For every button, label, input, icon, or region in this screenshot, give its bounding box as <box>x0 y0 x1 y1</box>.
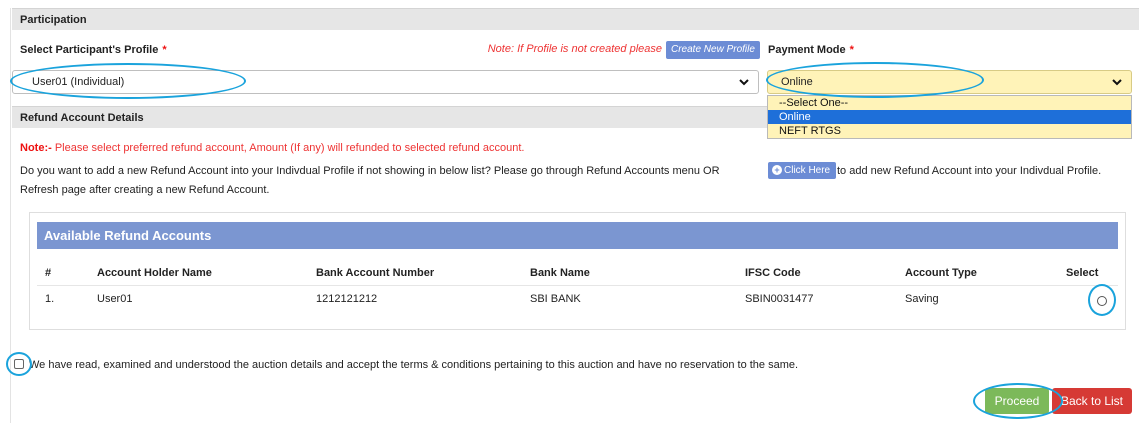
profile-note: Note: If Profile is not created please <box>487 43 662 55</box>
payment-mode-select[interactable]: Online <box>767 70 1132 94</box>
column-header: Account Type <box>905 267 977 279</box>
payment-mode-dropdown: --Select One-- Online NEFT RTGS <box>767 95 1132 139</box>
row-divider <box>37 285 1118 286</box>
click-here-label: Click Here <box>784 165 831 176</box>
bank-account-number: 1212121212 <box>316 293 378 305</box>
left-border <box>10 8 11 423</box>
refund-info-part2: to add new Refund Account into your Indi… <box>837 165 1102 177</box>
refund-section-title: Refund Account Details <box>12 106 767 128</box>
plus-circle-icon: + <box>772 165 782 175</box>
refund-note: Note:- Please select preferred refund ac… <box>20 142 524 154</box>
payment-option[interactable]: NEFT RTGS <box>768 124 1131 138</box>
create-new-profile-button[interactable]: Create New Profile <box>666 41 760 59</box>
chevron-down-icon <box>1112 79 1122 86</box>
profile-label: Select Participant's Profile * <box>20 44 167 56</box>
ifsc-code: SBIN0031477 <box>745 293 814 305</box>
refund-note-text: Please select preferred refund account, … <box>51 142 525 154</box>
bank-name: SBI BANK <box>530 293 581 305</box>
participation-section-title: Participation <box>12 8 1139 30</box>
payment-mode-label-text: Payment Mode <box>768 44 846 56</box>
profile-select-value: User01 (Individual) <box>32 76 125 88</box>
proceed-button[interactable]: Proceed <box>985 388 1049 414</box>
column-header: Bank Account Number <box>316 267 435 279</box>
account-holder-name: User01 <box>97 293 133 305</box>
row-index: 1. <box>45 293 55 305</box>
column-header: IFSC Code <box>745 267 801 279</box>
refund-info-part1: Do you want to add a new Refund Account … <box>20 165 720 177</box>
refund-accounts-panel: Available Refund Accounts # Account Hold… <box>29 212 1126 330</box>
account-type: Saving <box>905 293 939 305</box>
payment-mode-select-value: Online <box>781 76 813 88</box>
column-header: Account Holder Name <box>97 267 212 279</box>
chevron-down-icon <box>739 79 749 86</box>
profile-label-text: Select Participant's Profile <box>20 44 159 56</box>
payment-mode-label: Payment Mode * <box>768 44 854 56</box>
payment-option[interactable]: --Select One-- <box>768 96 1131 110</box>
column-header: Select <box>1066 267 1099 279</box>
column-header: # <box>45 267 52 279</box>
back-to-list-button[interactable]: Back to List <box>1052 388 1132 414</box>
refund-accounts-title: Available Refund Accounts <box>37 222 1118 249</box>
column-header: Bank Name <box>530 267 590 279</box>
terms-checkbox[interactable] <box>14 359 24 369</box>
refund-note-prefix: Note:- <box>20 142 52 154</box>
refund-info-line2: Refresh page after creating a new Refund… <box>20 184 270 196</box>
profile-select[interactable]: User01 (Individual) <box>12 70 759 94</box>
terms-text: We have read, examined and understood th… <box>29 359 799 371</box>
click-here-button[interactable]: + Click Here <box>768 162 837 179</box>
required-mark: * <box>162 44 167 56</box>
select-account-radio[interactable] <box>1097 296 1107 306</box>
required-mark: * <box>849 44 854 56</box>
payment-option-selected[interactable]: Online <box>768 110 1131 124</box>
